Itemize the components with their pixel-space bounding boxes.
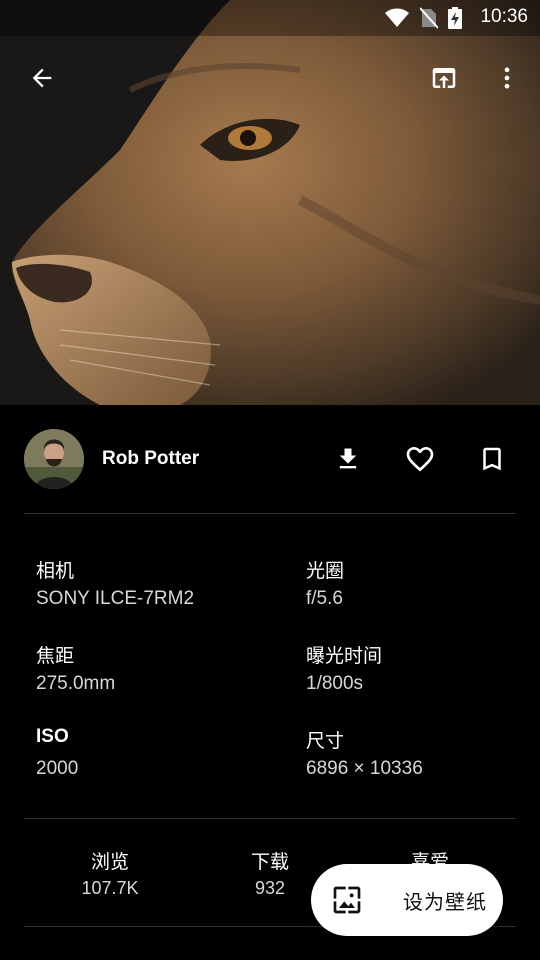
- focal-length-value: 275.0mm: [36, 673, 116, 694]
- author-name[interactable]: Rob Potter: [102, 448, 199, 470]
- open-in-browser-button[interactable]: [420, 54, 468, 102]
- wallpaper-icon: [333, 886, 361, 914]
- author-row: Rob Potter: [0, 405, 540, 515]
- more-options-button[interactable]: [483, 54, 531, 102]
- bookmark-outline-icon: [483, 447, 501, 471]
- wifi-icon: [385, 8, 409, 27]
- like-button[interactable]: [396, 435, 444, 483]
- more-vert-icon: [504, 67, 510, 89]
- set-wallpaper-button[interactable]: 设为壁纸: [311, 864, 503, 936]
- dimensions-value: 6896 × 10336: [306, 758, 423, 779]
- views-value: 107.7K: [81, 878, 139, 898]
- views-label: 浏览: [90, 852, 129, 873]
- status-time: 10:36: [480, 6, 528, 27]
- battery-charging-icon: [448, 7, 462, 29]
- camera-value: SONY ILCE-7RM2: [36, 588, 195, 609]
- avatar[interactable]: [24, 429, 84, 489]
- status-icons: [384, 7, 462, 29]
- download-button[interactable]: [324, 435, 372, 483]
- iso-value: 2000: [36, 758, 79, 779]
- iso-label: ISO: [36, 726, 69, 747]
- aperture-value: f/5.6: [306, 588, 343, 609]
- open-in-browser-icon: [432, 68, 456, 88]
- focal-length-label: 焦距: [36, 646, 75, 667]
- exposure-time-value: 1/800s: [306, 673, 364, 694]
- divider: [24, 513, 516, 514]
- heart-outline-icon: [406, 447, 434, 472]
- bookmark-button[interactable]: [468, 435, 516, 483]
- avatar-image: [24, 429, 84, 489]
- back-button[interactable]: [18, 54, 66, 102]
- aperture-label: 光圈: [306, 561, 345, 582]
- divider: [24, 818, 516, 819]
- dimensions-label: 尺寸: [306, 731, 345, 752]
- back-arrow-icon: [32, 68, 52, 88]
- download-icon: [339, 448, 357, 469]
- views-stat: 浏览 107.7K: [25, 847, 195, 899]
- set-wallpaper-label: 设为壁纸: [403, 891, 487, 914]
- exposure-time-label: 曝光时间: [306, 646, 383, 667]
- status-bar: 10:36: [0, 0, 540, 36]
- no-sim-icon: [420, 7, 438, 29]
- camera-label: 相机: [36, 561, 75, 582]
